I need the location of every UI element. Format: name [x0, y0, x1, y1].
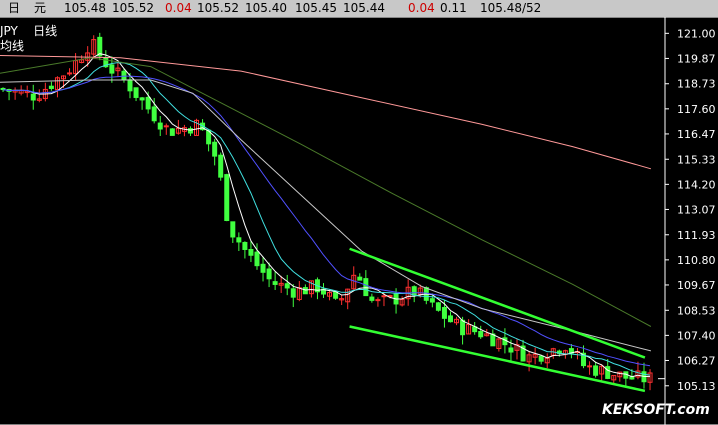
y-tick-label-7: 113.07 [677, 203, 716, 216]
candle-body-39 [236, 237, 242, 243]
candle-body-74 [447, 315, 453, 323]
candle-body-36 [218, 154, 224, 178]
quote-field-6: 105.40 [245, 1, 287, 15]
y-tick-label-9: 110.80 [677, 254, 716, 267]
candle-body-68 [411, 286, 417, 296]
candle-body-60 [363, 278, 369, 297]
y-tick-label-12: 107.40 [677, 329, 716, 342]
candle-body-44 [266, 268, 272, 280]
candle-body-25 [151, 106, 157, 122]
legend-period: 日线 [33, 24, 58, 38]
candle-body-50 [302, 287, 308, 295]
candle-body-37 [224, 174, 230, 222]
y-tick-label-0: 121.00 [677, 27, 716, 40]
y-tick-label-1: 119.87 [677, 52, 716, 65]
candle-body-16 [97, 36, 103, 57]
candle-body-8 [48, 85, 54, 89]
candle-body-79 [478, 331, 484, 338]
candle-body-26 [157, 122, 163, 130]
candle-body-41 [248, 248, 254, 256]
y-tick-label-8: 111.93 [677, 229, 716, 242]
quote-field-2: 105.48 [64, 1, 106, 15]
candle-body-35 [212, 141, 218, 157]
y-tick-label-6: 114.20 [677, 178, 716, 191]
candle-body-61 [369, 296, 375, 301]
candle-body-22 [133, 87, 139, 98]
ma-30-line [0, 79, 652, 352]
y-tick-label-11: 108.53 [677, 304, 716, 317]
quote-field-1: 元 [34, 1, 47, 15]
quote-field-3: 105.52 [112, 1, 154, 15]
candle-body-20 [121, 70, 127, 80]
candle-body-84 [508, 347, 514, 353]
y-tick-label-14: 105.13 [677, 380, 716, 393]
candle-body-28 [169, 128, 175, 136]
quote-field-11: 105.48/52 [480, 1, 542, 15]
quote-field-4: 0.04 [165, 1, 192, 15]
candle-body-40 [242, 241, 248, 250]
candle-body-47 [284, 283, 290, 289]
quote-field-8: 105.44 [343, 1, 385, 15]
quote-field-0: 日 [8, 1, 21, 15]
legend-symbol: JPY [0, 24, 18, 38]
candle-body-97 [587, 365, 593, 368]
candle-body-73 [441, 306, 447, 319]
quote-field-5: 105.52 [197, 1, 239, 15]
candle-body-23 [139, 97, 145, 101]
candle-body-24 [145, 96, 151, 110]
ma-20-line [2, 75, 651, 367]
candle-body-21 [127, 79, 133, 92]
candle-body-48 [290, 288, 296, 298]
candle-body-76 [460, 319, 466, 336]
candle-body-31 [187, 128, 193, 134]
quote-field-10: 0.11 [440, 1, 467, 15]
candle-body-72 [435, 302, 441, 311]
candle-body-59 [357, 276, 363, 281]
candle-body-27 [163, 125, 169, 128]
candle-body-71 [429, 298, 435, 303]
candle-body-38 [230, 221, 236, 238]
quote-bar: 日元 105.48 105.52 0.04 105.52 105.40 105.45 105.… [0, 0, 718, 18]
candle-body-89 [538, 355, 544, 362]
price-chart: 121.00 119.87 118.73 117.60 116.47 115.33 114.… [0, 17, 718, 425]
candle-body-43 [260, 263, 266, 273]
candle-body-81 [490, 333, 496, 347]
legend-ma-label: 均线 [0, 39, 25, 53]
ma-60-line [0, 57, 652, 327]
y-tick-label-13: 106.27 [677, 354, 716, 367]
y-tick-label-2: 118.73 [677, 78, 716, 91]
candle-body-63 [381, 295, 387, 298]
candle-body-5 [30, 93, 36, 101]
y-tick-label-10: 109.67 [677, 279, 716, 292]
y-tick-label-5: 115.33 [677, 153, 716, 166]
ma-120-line [0, 55, 652, 170]
chart-legend: JPY 日线 均线 [0, 24, 57, 54]
ma-5-line [2, 53, 651, 378]
y-tick-label-4: 116.47 [677, 128, 716, 141]
candle-body-55 [333, 291, 339, 299]
y-tick-label-3: 117.60 [677, 103, 716, 116]
candle-body-98 [593, 365, 599, 376]
candle-body-62 [375, 299, 381, 302]
candle-body-45 [272, 281, 278, 285]
candle-body-42 [254, 251, 260, 267]
quote-field-9: 0.04 [408, 1, 435, 15]
quote-field-7: 105.45 [295, 1, 337, 15]
candle-body-18 [109, 64, 115, 74]
watermark-text: KEKSOFT.com [602, 402, 710, 418]
candle-body-11 [67, 72, 73, 75]
